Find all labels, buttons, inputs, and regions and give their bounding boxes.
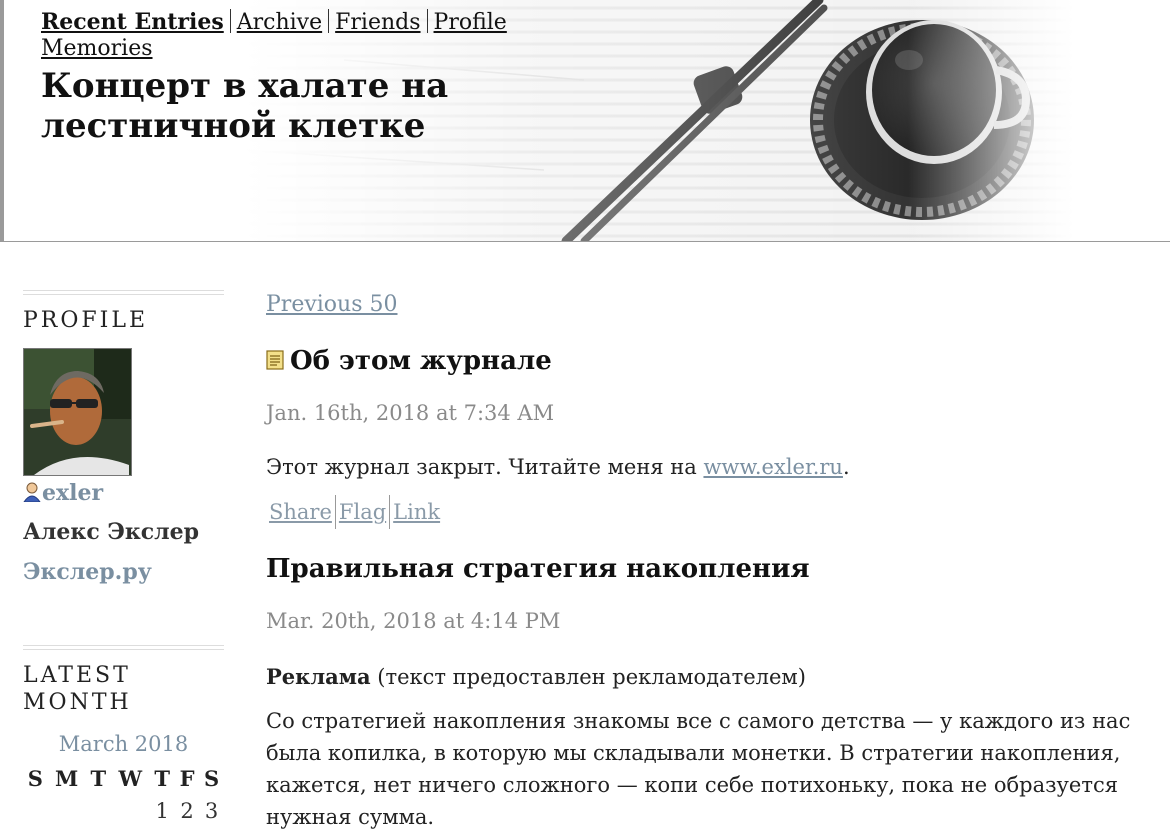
journal-header: Recent Entries Archive Friends Profile Memo…: [4, 0, 1170, 241]
weekday-label: S: [204, 766, 220, 791]
flag-link[interactable]: Flag: [336, 500, 389, 524]
calendar-day: [48, 795, 86, 827]
nav-profile[interactable]: Profile: [434, 10, 507, 35]
share-link[interactable]: Share: [266, 500, 335, 524]
latest-month-heading-line1: LATEST: [23, 663, 131, 688]
profile-heading: PROFILE: [23, 308, 149, 333]
ad-note: (текст предоставлен рекламодателем): [370, 665, 806, 689]
latest-month-heading-line2: MONTH: [23, 690, 132, 715]
sidebar: PROFILE exler Алекс Экслер Экслер.ру LAT…: [23, 290, 224, 827]
journal-title: Концерт в халате на лестничной клетке: [41, 66, 449, 146]
entry-body: Этот журнал закрыт. Читайте меня на www.…: [266, 451, 1146, 483]
nav-separator: [426, 9, 428, 33]
previous-50-link[interactable]: Previous 50: [266, 292, 398, 317]
entry-title-text[interactable]: Об этом журнале: [290, 346, 552, 376]
document-icon: [266, 350, 284, 370]
user-icon: [23, 482, 41, 502]
latest-month-heading: LATEST MONTH: [23, 662, 224, 716]
exler-site-link[interactable]: www.exler.ru: [703, 455, 843, 479]
entry-title[interactable]: Правильная стратегия накопления: [266, 553, 1146, 585]
weekday-label: S: [27, 766, 43, 791]
sidebar-divider: [23, 290, 224, 295]
entry-body-end: .: [842, 455, 850, 479]
entry-date: Mar. 20th, 2018 at 4:14 PM: [266, 609, 561, 633]
calendar-month-title[interactable]: March 2018: [23, 732, 224, 756]
sidebar-divider: [23, 645, 224, 650]
weekday-label: T: [154, 766, 170, 791]
nav-recent-entries[interactable]: Recent Entries: [41, 9, 224, 35]
nav-separator: [328, 9, 330, 33]
entry: Об этом журнале Jan. 16th, 2018 at 7:34 …: [266, 345, 1146, 529]
calendar-day: [86, 795, 111, 827]
top-navigation: Recent Entries Archive Friends Profile Memo…: [41, 9, 507, 62]
username-link[interactable]: exler: [23, 480, 224, 506]
calendar-day: [23, 795, 48, 827]
permalink-link[interactable]: Link: [390, 500, 443, 524]
weekday-label: M: [55, 766, 79, 791]
nav-separator: [229, 9, 231, 33]
calendar-week-row: 1 2 3: [23, 795, 224, 827]
entry-date: Jan. 16th, 2018 at 7:34 AM: [266, 401, 555, 425]
calendar-day: [111, 795, 149, 827]
calendar-day: 2: [180, 799, 194, 823]
nav-friends[interactable]: Friends: [335, 10, 420, 35]
calendar-table: S M T W T F S 1 2 3: [23, 762, 224, 827]
entry-paragraph: Со стратегией накопления знакомы все с с…: [266, 709, 1131, 829]
weekday-label: W: [118, 766, 143, 791]
user-full-name: Алекс Экслер: [23, 519, 200, 545]
weekday-label: F: [179, 766, 195, 791]
calendar-weekday-row: S M T W T F S: [23, 762, 224, 795]
entry-ad-line: Реклама (текст предоставлен рекламодател…: [266, 661, 1146, 693]
nav-archive[interactable]: Archive: [237, 10, 322, 35]
entry-title: Об этом журнале: [266, 345, 1146, 377]
weekday-label: T: [90, 766, 107, 791]
nav-memories[interactable]: Memories: [41, 36, 153, 61]
user-website-link[interactable]: Экслер.ру: [23, 559, 224, 585]
ad-label: Реклама: [266, 664, 371, 689]
entry-actions: Share Flag Link: [266, 495, 1146, 529]
username-text: exler: [42, 480, 104, 506]
calendar-day: 3: [204, 799, 219, 823]
header-divider: [4, 241, 1170, 242]
entry-body-text: Этот журнал закрыт. Читайте меня на: [266, 455, 704, 479]
calendar-day: 1: [155, 799, 169, 823]
entry: Правильная стратегия накопления Mar. 20t…: [266, 553, 1146, 833]
main-content: Previous 50 Об этом журнале Jan. 16th, 2…: [266, 292, 1146, 833]
avatar[interactable]: [23, 348, 132, 476]
